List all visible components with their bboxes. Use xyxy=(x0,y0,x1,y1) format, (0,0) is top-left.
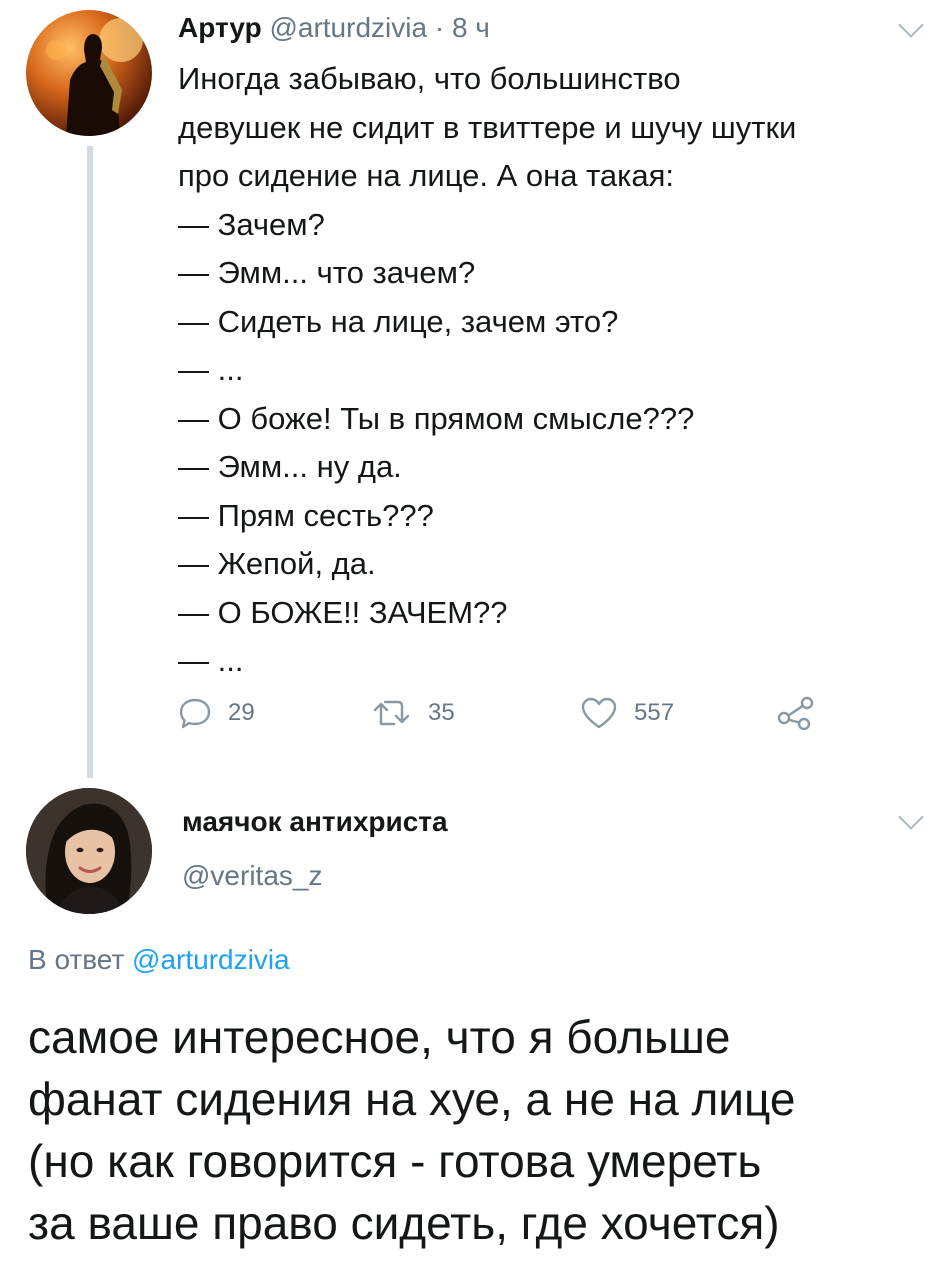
chevron-down-icon[interactable] xyxy=(898,12,924,38)
display-name[interactable]: Артур xyxy=(178,12,262,43)
like-icon xyxy=(581,697,617,729)
display-name[interactable]: маячок антихриста xyxy=(182,806,448,838)
retweet-count: 35 xyxy=(428,699,455,726)
avatar-image xyxy=(26,788,152,914)
timestamp[interactable]: 8 ч xyxy=(452,12,490,43)
tweet-line: фанат сидения на хуе, а не на лице xyxy=(28,1073,796,1125)
reply-mention-link[interactable]: @arturdzivia xyxy=(132,944,290,975)
tweet-line: Иногда забываю, что большинство xyxy=(178,61,681,96)
tweet-line: — Эмм... ну да. xyxy=(178,449,402,484)
tweet-header: Артур @arturdzivia · 8 ч xyxy=(178,12,490,44)
tweet-line: — Сидеть на лице, зачем это? xyxy=(178,303,619,339)
tweet-text: Иногда забываю, что большинство девушек … xyxy=(178,55,918,686)
chevron-down-icon[interactable] xyxy=(898,804,924,830)
tweet-line: — О БОЖЕ!! ЗАЧЕМ?? xyxy=(178,594,508,630)
tweet-line: — ... xyxy=(178,643,244,678)
reply-button[interactable]: 29 xyxy=(178,690,255,736)
retweet-button[interactable]: 35 xyxy=(372,690,455,736)
avatar-image xyxy=(46,18,143,136)
reply-context: В ответ @arturdzivia xyxy=(28,944,290,976)
avatar[interactable] xyxy=(26,788,152,914)
tweet-line: — ... xyxy=(178,352,244,387)
tweet-text: самое интересное, что я больше фанат сид… xyxy=(28,1006,928,1254)
like-count: 557 xyxy=(634,699,675,726)
tweet-line: за ваше право сидеть, где хочется) xyxy=(28,1197,780,1249)
like-button[interactable]: 557 xyxy=(580,690,674,736)
handle[interactable]: @arturdzivia xyxy=(269,12,427,43)
thread-line xyxy=(87,146,93,778)
tweet-line: — Эмм... что зачем? xyxy=(178,255,476,290)
tweet-line: — Прям сесть??? xyxy=(178,497,434,533)
tweet-line: девушек не сидит в твиттере и шучу шутки xyxy=(178,109,797,145)
tweet-line: (но как говорится - готова умереть xyxy=(28,1135,762,1187)
tweet-line: — Жепой, да. xyxy=(178,546,376,581)
reply-icon xyxy=(179,698,211,729)
tweet-actions: 29 35 557 xyxy=(178,690,838,736)
separator: · xyxy=(434,12,445,43)
handle[interactable]: @veritas_z xyxy=(182,860,322,892)
share-button[interactable] xyxy=(776,690,816,736)
reply-prefix: В ответ xyxy=(28,944,125,975)
avatar[interactable] xyxy=(26,10,152,136)
retweet-icon xyxy=(373,700,410,726)
tweet-line: — О боже! Ты в прямом смысле??? xyxy=(178,400,695,436)
tweet-line: самое интересное, что я больше xyxy=(28,1011,731,1063)
reply-count: 29 xyxy=(228,699,255,726)
tweet-line: — Зачем? xyxy=(178,206,325,242)
tweet-line: про сидение на лице. А она такая: xyxy=(178,158,675,193)
share-icon xyxy=(777,696,814,730)
